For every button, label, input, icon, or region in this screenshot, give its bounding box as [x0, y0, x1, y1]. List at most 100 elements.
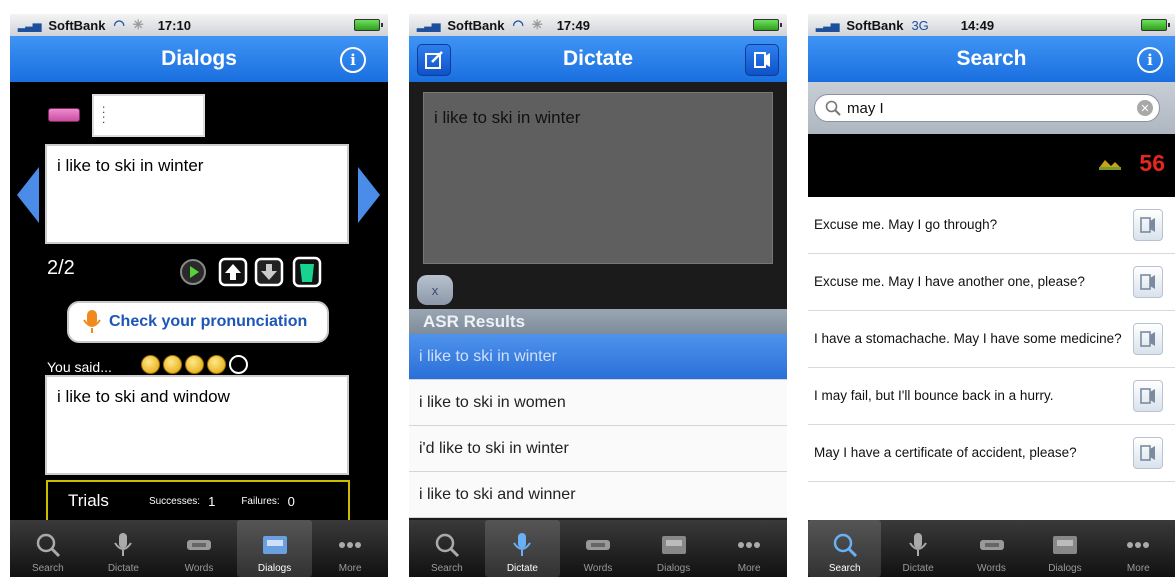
- dialog-content: :: i like to ski in winter 2/2 Check you…: [10, 82, 388, 522]
- speaker-icon: [1140, 274, 1155, 290]
- search-icon: [435, 533, 459, 558]
- result-text: I have a stomachache. May I have some me…: [814, 331, 1122, 346]
- time-label: 14:49: [960, 17, 995, 33]
- more-icon: [339, 542, 362, 548]
- tab-more[interactable]: More: [1102, 520, 1175, 577]
- coin-icon: [163, 355, 182, 374]
- trials-label: Trials: [68, 491, 109, 510]
- download-button[interactable]: [254, 257, 284, 287]
- speaker-icon: [1140, 217, 1155, 233]
- activity-icon: ✳: [531, 17, 543, 32]
- tab-search[interactable]: Search: [10, 520, 86, 577]
- asr-results-list: i like to ski in winter i like to ski in…: [409, 334, 787, 518]
- tab-more[interactable]: More: [312, 520, 388, 577]
- tab-words[interactable]: Words: [161, 520, 237, 577]
- more-icon: [1127, 542, 1150, 548]
- tab-dialogs[interactable]: Dialogs: [636, 520, 712, 577]
- compose-button[interactable]: [417, 44, 451, 76]
- carrier-label: SoftBank: [846, 17, 904, 33]
- tab-words[interactable]: Words: [560, 520, 636, 577]
- result-row[interactable]: Excuse me. May I go through?: [808, 197, 1175, 254]
- tab-more[interactable]: More: [711, 520, 787, 577]
- next-arrow-icon[interactable]: [358, 167, 380, 223]
- result-text: Excuse me. May I go through?: [814, 217, 998, 232]
- result-row[interactable]: May I have a certificate of accident, pl…: [808, 425, 1175, 482]
- score-value: 56: [1139, 150, 1165, 176]
- status-bar: ▂▃▅ SoftBank 3G 14:49: [808, 14, 1175, 36]
- play-sentence-button[interactable]: [1133, 323, 1163, 355]
- play-button[interactable]: [178, 257, 208, 287]
- trash-button[interactable]: [292, 256, 322, 288]
- result-row[interactable]: I may fail, but I'll bounce back in a hu…: [808, 368, 1175, 425]
- upload-icon: [218, 257, 248, 287]
- tab-dictate[interactable]: Dictate: [86, 520, 162, 577]
- recognized-textbox: i like to ski and window: [45, 375, 349, 475]
- microphone-icon: [909, 533, 927, 556]
- check-pronunciation-button[interactable]: Check your pronunciation: [67, 301, 329, 343]
- tab-label: Dialogs: [1048, 563, 1082, 574]
- score-coins: [141, 355, 248, 374]
- tab-label: Dialogs: [257, 563, 292, 574]
- tab-words[interactable]: Words: [955, 520, 1028, 577]
- asr-result-row[interactable]: i like to ski in winter: [409, 334, 787, 380]
- previous-arrow-icon[interactable]: [17, 167, 39, 223]
- search-icon: [36, 533, 60, 558]
- play-sentence-button[interactable]: [1133, 209, 1163, 241]
- info-icon[interactable]: i: [1137, 47, 1163, 73]
- activity-icon: ✳: [132, 17, 144, 32]
- dictate-content: i like to ski in winter x ASR Results i …: [409, 82, 787, 520]
- tab-dictate[interactable]: Dictate: [484, 520, 561, 577]
- play-sentence-button[interactable]: [1133, 380, 1163, 412]
- tab-dialogs[interactable]: Dialogs: [1028, 520, 1101, 577]
- upload-button[interactable]: [218, 257, 248, 287]
- play-sentence-button[interactable]: [1133, 437, 1163, 469]
- wifi-icon: ◠: [512, 17, 524, 32]
- asr-result-row[interactable]: i'd like to ski in winter: [409, 426, 787, 472]
- tab-search[interactable]: Search: [409, 520, 485, 577]
- microphone-icon: [114, 533, 133, 556]
- dialog-counter: 2/2: [47, 257, 75, 279]
- nav-bar: Dictate: [409, 36, 787, 82]
- dictation-textarea[interactable]: i like to ski in winter: [423, 92, 773, 264]
- failures-label: Failures:: [241, 495, 280, 507]
- trash-icon: [292, 256, 322, 288]
- signal-icon: ▂▃▅: [417, 19, 440, 32]
- signal-icon: ▂▃▅: [18, 19, 41, 32]
- search-input[interactable]: may I ✕: [814, 94, 1160, 122]
- asr-result-row[interactable]: i like to ski and winner: [409, 472, 787, 518]
- asr-result-row[interactable]: i like to ski in women: [409, 380, 787, 426]
- score-bar: 56: [808, 134, 1175, 197]
- you-said-label: You said...: [47, 359, 112, 375]
- tab-dictate[interactable]: Dictate: [881, 520, 954, 577]
- clear-icon[interactable]: ✕: [1137, 100, 1153, 116]
- result-text: Excuse me. May I have another one, pleas…: [814, 274, 1085, 289]
- tab-label: More: [338, 563, 362, 574]
- cassette-icon: [979, 540, 1004, 550]
- result-text: May I have a certificate of accident, pl…: [814, 445, 1077, 460]
- play-sentence-button[interactable]: [1133, 266, 1163, 298]
- page-title: Search: [956, 47, 1027, 70]
- microphone-icon: [513, 533, 532, 556]
- successes-label: Successes:: [148, 495, 201, 507]
- info-icon[interactable]: i: [340, 47, 366, 73]
- page-title: Dictate: [562, 47, 634, 70]
- network-label: 3G: [911, 17, 929, 33]
- wifi-icon: ◠: [113, 17, 125, 32]
- speaker-button[interactable]: [745, 44, 779, 76]
- result-row[interactable]: I have a stomachache. May I have some me…: [808, 311, 1175, 368]
- result-row[interactable]: Excuse me. May I have another one, pleas…: [808, 254, 1175, 311]
- speaker-icon: [1140, 388, 1155, 404]
- search-screen: ▂▃▅ SoftBank 3G 14:49 Search i may I ✕ 5…: [808, 14, 1175, 577]
- tab-dialogs[interactable]: Dialogs: [236, 520, 313, 577]
- tab-label: More: [1126, 563, 1150, 574]
- cassette-icon: [186, 540, 211, 550]
- time-label: 17:10: [157, 17, 191, 33]
- failures-value: 0: [287, 493, 295, 509]
- battery-icon: [753, 19, 782, 31]
- dictate-screen: ▂▃▅ SoftBank ◠ ✳ 17:49 Dictate i like to…: [409, 14, 787, 577]
- check-pronunciation-label: Check your pronunciation: [109, 313, 308, 330]
- clear-button[interactable]: x: [417, 275, 453, 305]
- speaker-icon: [1140, 445, 1155, 461]
- tab-search[interactable]: Search: [808, 520, 882, 577]
- prompt-textbox[interactable]: i like to ski in winter: [45, 144, 349, 244]
